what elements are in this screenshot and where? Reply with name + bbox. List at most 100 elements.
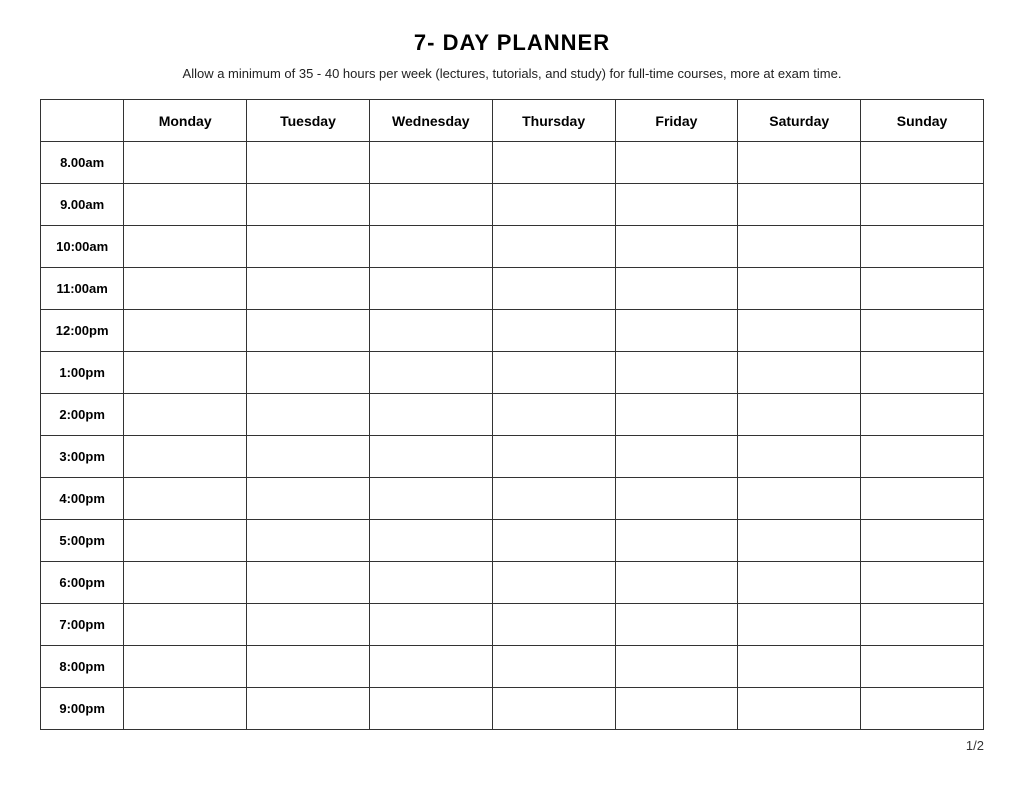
schedule-cell[interactable] bbox=[615, 394, 738, 436]
schedule-cell[interactable] bbox=[247, 520, 370, 562]
schedule-cell[interactable] bbox=[615, 688, 738, 730]
schedule-cell[interactable] bbox=[247, 184, 370, 226]
schedule-cell[interactable] bbox=[615, 520, 738, 562]
schedule-cell[interactable] bbox=[124, 562, 247, 604]
schedule-cell[interactable] bbox=[247, 142, 370, 184]
schedule-cell[interactable] bbox=[492, 268, 615, 310]
schedule-cell[interactable] bbox=[861, 478, 984, 520]
schedule-cell[interactable] bbox=[369, 562, 492, 604]
schedule-cell[interactable] bbox=[738, 688, 861, 730]
schedule-cell[interactable] bbox=[247, 268, 370, 310]
schedule-cell[interactable] bbox=[369, 436, 492, 478]
schedule-cell[interactable] bbox=[738, 520, 861, 562]
schedule-cell[interactable] bbox=[247, 352, 370, 394]
schedule-cell[interactable] bbox=[492, 436, 615, 478]
schedule-cell[interactable] bbox=[738, 436, 861, 478]
schedule-cell[interactable] bbox=[615, 268, 738, 310]
schedule-cell[interactable] bbox=[738, 268, 861, 310]
schedule-cell[interactable] bbox=[615, 226, 738, 268]
schedule-cell[interactable] bbox=[492, 688, 615, 730]
schedule-cell[interactable] bbox=[369, 142, 492, 184]
schedule-cell[interactable] bbox=[247, 226, 370, 268]
schedule-cell[interactable] bbox=[124, 310, 247, 352]
schedule-cell[interactable] bbox=[492, 226, 615, 268]
time-row: 5:00pm bbox=[41, 520, 984, 562]
schedule-cell[interactable] bbox=[738, 226, 861, 268]
schedule-cell[interactable] bbox=[738, 352, 861, 394]
schedule-cell[interactable] bbox=[369, 226, 492, 268]
schedule-cell[interactable] bbox=[738, 310, 861, 352]
schedule-cell[interactable] bbox=[861, 268, 984, 310]
schedule-cell[interactable] bbox=[124, 142, 247, 184]
schedule-cell[interactable] bbox=[124, 436, 247, 478]
schedule-cell[interactable] bbox=[247, 688, 370, 730]
schedule-cell[interactable] bbox=[124, 604, 247, 646]
schedule-cell[interactable] bbox=[861, 520, 984, 562]
schedule-cell[interactable] bbox=[124, 226, 247, 268]
schedule-cell[interactable] bbox=[615, 646, 738, 688]
schedule-cell[interactable] bbox=[492, 352, 615, 394]
schedule-cell[interactable] bbox=[738, 184, 861, 226]
schedule-cell[interactable] bbox=[861, 646, 984, 688]
schedule-cell[interactable] bbox=[492, 142, 615, 184]
schedule-cell[interactable] bbox=[615, 562, 738, 604]
schedule-cell[interactable] bbox=[615, 352, 738, 394]
schedule-cell[interactable] bbox=[247, 478, 370, 520]
schedule-cell[interactable] bbox=[615, 436, 738, 478]
schedule-cell[interactable] bbox=[124, 268, 247, 310]
schedule-cell[interactable] bbox=[369, 688, 492, 730]
schedule-cell[interactable] bbox=[861, 562, 984, 604]
schedule-cell[interactable] bbox=[861, 394, 984, 436]
schedule-cell[interactable] bbox=[124, 478, 247, 520]
schedule-cell[interactable] bbox=[124, 394, 247, 436]
schedule-cell[interactable] bbox=[738, 646, 861, 688]
schedule-cell[interactable] bbox=[492, 646, 615, 688]
schedule-cell[interactable] bbox=[738, 394, 861, 436]
schedule-cell[interactable] bbox=[492, 478, 615, 520]
schedule-cell[interactable] bbox=[369, 394, 492, 436]
schedule-cell[interactable] bbox=[861, 352, 984, 394]
schedule-cell[interactable] bbox=[247, 562, 370, 604]
schedule-cell[interactable] bbox=[369, 646, 492, 688]
schedule-cell[interactable] bbox=[738, 562, 861, 604]
schedule-cell[interactable] bbox=[492, 562, 615, 604]
schedule-cell[interactable] bbox=[492, 520, 615, 562]
schedule-cell[interactable] bbox=[492, 184, 615, 226]
schedule-cell[interactable] bbox=[369, 352, 492, 394]
schedule-cell[interactable] bbox=[492, 394, 615, 436]
schedule-cell[interactable] bbox=[861, 604, 984, 646]
schedule-cell[interactable] bbox=[124, 688, 247, 730]
schedule-cell[interactable] bbox=[247, 394, 370, 436]
schedule-cell[interactable] bbox=[615, 478, 738, 520]
day-header-saturday: Saturday bbox=[738, 100, 861, 142]
schedule-cell[interactable] bbox=[615, 142, 738, 184]
schedule-cell[interactable] bbox=[615, 310, 738, 352]
schedule-cell[interactable] bbox=[247, 310, 370, 352]
schedule-cell[interactable] bbox=[124, 184, 247, 226]
schedule-cell[interactable] bbox=[861, 226, 984, 268]
schedule-cell[interactable] bbox=[738, 142, 861, 184]
schedule-cell[interactable] bbox=[369, 268, 492, 310]
schedule-cell[interactable] bbox=[369, 184, 492, 226]
schedule-cell[interactable] bbox=[492, 310, 615, 352]
schedule-cell[interactable] bbox=[861, 142, 984, 184]
schedule-cell[interactable] bbox=[861, 184, 984, 226]
schedule-cell[interactable] bbox=[369, 520, 492, 562]
schedule-cell[interactable] bbox=[492, 604, 615, 646]
schedule-cell[interactable] bbox=[369, 478, 492, 520]
schedule-cell[interactable] bbox=[615, 184, 738, 226]
schedule-cell[interactable] bbox=[124, 520, 247, 562]
schedule-cell[interactable] bbox=[369, 310, 492, 352]
schedule-cell[interactable] bbox=[247, 436, 370, 478]
schedule-cell[interactable] bbox=[861, 436, 984, 478]
schedule-cell[interactable] bbox=[247, 604, 370, 646]
schedule-cell[interactable] bbox=[124, 352, 247, 394]
schedule-cell[interactable] bbox=[369, 604, 492, 646]
schedule-cell[interactable] bbox=[861, 310, 984, 352]
schedule-cell[interactable] bbox=[615, 604, 738, 646]
schedule-cell[interactable] bbox=[124, 646, 247, 688]
schedule-cell[interactable] bbox=[247, 646, 370, 688]
schedule-cell[interactable] bbox=[738, 604, 861, 646]
schedule-cell[interactable] bbox=[861, 688, 984, 730]
schedule-cell[interactable] bbox=[738, 478, 861, 520]
